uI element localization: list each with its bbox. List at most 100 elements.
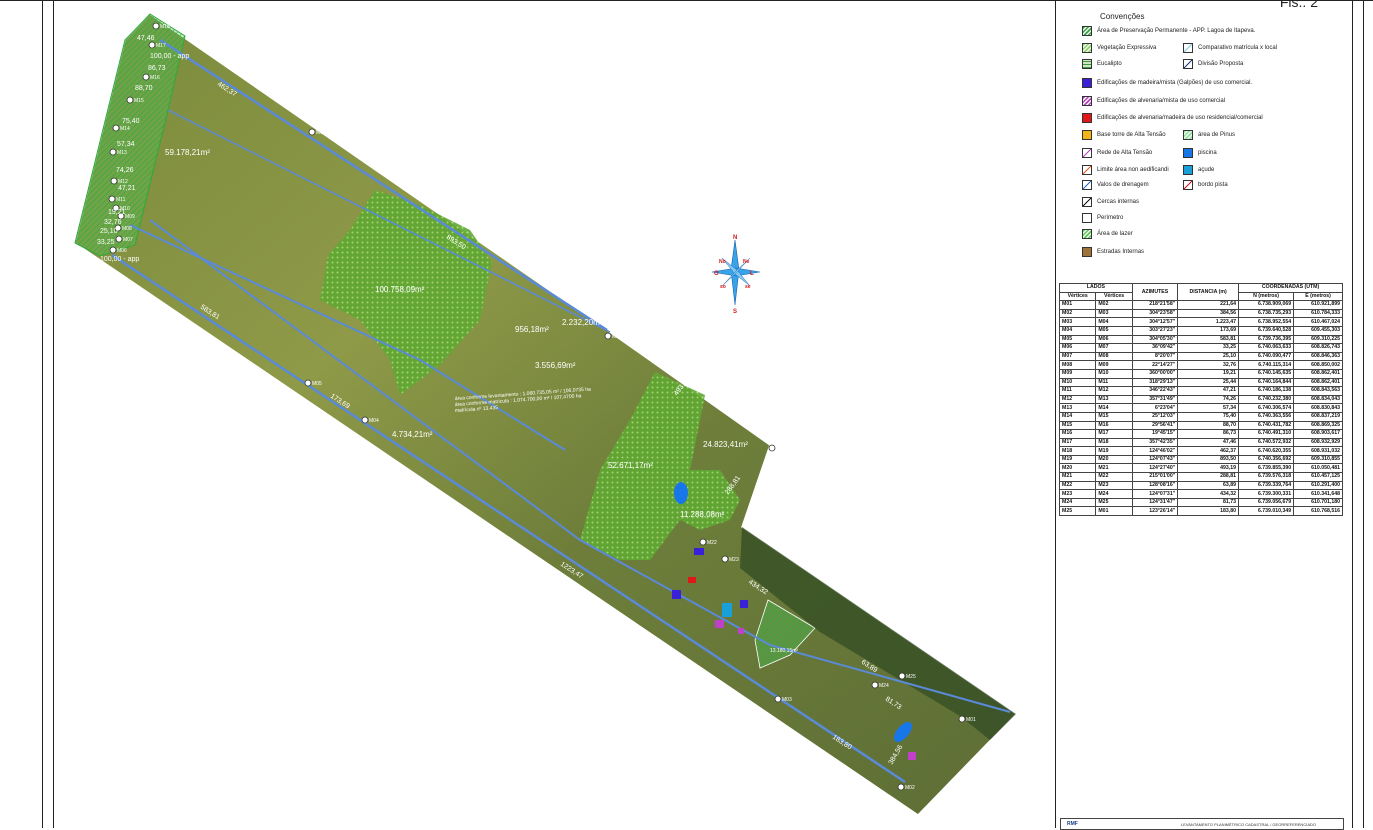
vertex-marker-m19 bbox=[308, 128, 316, 136]
table-cell: 75,40 bbox=[1177, 411, 1240, 422]
vertex-label-m25: M25 bbox=[906, 674, 916, 680]
legend-label-estradas: Estradas Internas bbox=[1097, 249, 1145, 255]
svg-text:No: No bbox=[719, 259, 726, 265]
table-cell: 57,34 bbox=[1177, 403, 1240, 413]
table-cell: M07 bbox=[1058, 351, 1097, 362]
vertex-label-m14: M14 bbox=[120, 126, 130, 132]
table-row: M23 M24 124°07'31" 434,32 6.739.300,331 610.3… bbox=[1058, 489, 1343, 499]
table-cell: M08 bbox=[1058, 360, 1097, 370]
table-cell: 6.740.186,138 bbox=[1238, 386, 1295, 396]
table-cell: 33,25 bbox=[1177, 343, 1240, 353]
table-cell: M01 bbox=[1058, 300, 1097, 310]
legend-item-comp: Comparativo matrícula x local bbox=[1183, 41, 1277, 55]
table-cell: 6.740.431,782 bbox=[1238, 420, 1295, 431]
table-cell: 19°45'15" bbox=[1131, 429, 1179, 439]
table-cell: M18 bbox=[1095, 437, 1133, 448]
table-cell: 6.740.356,692 bbox=[1238, 454, 1295, 465]
table-cell: 6.739.855,390 bbox=[1238, 463, 1295, 474]
table-cell: M17 bbox=[1058, 437, 1097, 448]
vertex-label-m04: M04 bbox=[369, 418, 379, 424]
table-cell: 434,32 bbox=[1177, 489, 1240, 499]
table-row: M19 M20 124°07'43" 893,50 6.740.356,692 609.3… bbox=[1058, 454, 1343, 465]
pool bbox=[722, 603, 732, 617]
table-cell: 6.740.145,635 bbox=[1238, 368, 1295, 379]
table-cell: 608.826,743 bbox=[1293, 343, 1343, 353]
vertex-marker-m03 bbox=[774, 695, 782, 703]
distance-label: 19,21 bbox=[108, 209, 126, 216]
table-row: M24 M25 124°31'47" 81,73 6.739.056,679 610.70… bbox=[1058, 497, 1343, 508]
table-row: M11 M12 346°22'43" 47,21 6.740.186,138 608.84… bbox=[1058, 386, 1343, 396]
table-cell: 384,56 bbox=[1177, 308, 1240, 319]
vertex-marker-m12 bbox=[110, 177, 118, 185]
legend-swatch-edif1 bbox=[1082, 78, 1092, 88]
table-cell: 86,73 bbox=[1177, 429, 1240, 439]
vertex-marker-m20 bbox=[604, 332, 612, 340]
legend-label-acude: açude bbox=[1198, 167, 1215, 173]
table-cell: 215°01'00" bbox=[1131, 472, 1179, 482]
legend-swatch-estradas bbox=[1082, 247, 1092, 257]
col-coordenadas: COORDENADAS (UTM) bbox=[1238, 283, 1343, 293]
svg-text:O: O bbox=[714, 271, 719, 277]
table-cell: 6.740.620,355 bbox=[1238, 446, 1295, 456]
table-cell: 123°26'14" bbox=[1131, 506, 1179, 517]
legend-label-app: Área de Preservação Permanente - APP. La… bbox=[1097, 28, 1256, 34]
table-cell: 6.740.491,310 bbox=[1238, 429, 1295, 439]
table-row: M18 M19 124°46'02" 462,37 6.740.620,355 608.9… bbox=[1058, 446, 1343, 456]
table-cell: M21 bbox=[1095, 463, 1133, 474]
legend-swatch-rede bbox=[1082, 148, 1092, 158]
table-cell: M06 bbox=[1095, 334, 1133, 345]
table-cell: 610.701,180 bbox=[1293, 497, 1343, 508]
vertex-label-m22: M22 bbox=[707, 540, 717, 546]
table-row: M08 M09 22°14'27" 32,76 6.740.115,314 608.850… bbox=[1058, 360, 1343, 370]
table-cell: 47,21 bbox=[1177, 386, 1240, 396]
legend-swatch-perim bbox=[1082, 213, 1092, 223]
table-cell: M02 bbox=[1095, 300, 1133, 310]
vertex-label-m15: M15 bbox=[134, 98, 144, 104]
area-label: 2.232,20m² bbox=[562, 318, 603, 327]
table-cell: M11 bbox=[1058, 386, 1097, 396]
legend-item-app: Área de Preservação Permanente - APP. La… bbox=[1082, 24, 1255, 38]
table-cell: 6.740.232,380 bbox=[1238, 394, 1295, 405]
table-cell: M15 bbox=[1058, 420, 1097, 431]
table-cell: M23 bbox=[1095, 480, 1133, 491]
area-label: 59.178,21m² bbox=[165, 148, 210, 157]
legend-label-perim: Perímetro bbox=[1097, 215, 1124, 221]
area-label: 11.288,08m² bbox=[680, 510, 725, 519]
table-row: M22 M23 128°08'16" 63,89 6.739.339,764 610.29… bbox=[1058, 480, 1343, 491]
table-cell: 6.739.736,395 bbox=[1238, 334, 1295, 345]
area-label: 52.671,17m² bbox=[608, 461, 653, 470]
vertex-label-m05: M05 bbox=[312, 381, 322, 387]
table-cell: 360°00'00" bbox=[1131, 368, 1179, 379]
table-cell: 6.740.164,844 bbox=[1238, 377, 1295, 388]
table-cell: M06 bbox=[1058, 343, 1097, 353]
table-cell: 610.050,481 bbox=[1293, 463, 1343, 474]
table-cell: 173,69 bbox=[1177, 325, 1240, 336]
area-label: 13.180,15m² bbox=[770, 648, 798, 654]
legend-swatch-comp bbox=[1183, 43, 1193, 53]
table-cell: M20 bbox=[1095, 454, 1133, 465]
table-cell: 6.739.640,528 bbox=[1238, 325, 1295, 336]
legend-item-div: Divisão Proposta bbox=[1183, 57, 1243, 71]
table-cell: 608.830,843 bbox=[1293, 403, 1343, 413]
vertex-label-m18: M18 bbox=[160, 24, 170, 30]
vertex-label-m23: M23 bbox=[729, 557, 739, 563]
table-cell: M05 bbox=[1058, 334, 1097, 345]
vertex-marker-m07 bbox=[115, 235, 123, 243]
legend-swatch-acude bbox=[1183, 165, 1193, 175]
table-cell: 346°22'43" bbox=[1131, 386, 1179, 396]
table-cell: M09 bbox=[1095, 360, 1133, 370]
table-row: M09 M10 360°00'00" 19,21 6.740.145,635 608.86… bbox=[1058, 368, 1343, 379]
table-cell: M08 bbox=[1095, 351, 1133, 362]
legend-item-pinus: área de Pinus bbox=[1183, 128, 1235, 142]
table-cell: 610.921,899 bbox=[1293, 300, 1343, 310]
table-cell: 6.739.576,318 bbox=[1238, 472, 1295, 482]
table-cell: M10 bbox=[1095, 368, 1133, 379]
table-cell: M05 bbox=[1095, 325, 1133, 336]
table-cell: 124°46'02" bbox=[1131, 446, 1179, 456]
table-cell: 128°08'16" bbox=[1131, 480, 1179, 491]
distance-label: 100,00 - app bbox=[100, 256, 139, 263]
table-cell: M09 bbox=[1058, 368, 1097, 379]
table-cell: M11 bbox=[1095, 377, 1133, 388]
vertex-marker-m01 bbox=[958, 715, 966, 723]
table-cell: 304°12'57" bbox=[1131, 317, 1179, 327]
